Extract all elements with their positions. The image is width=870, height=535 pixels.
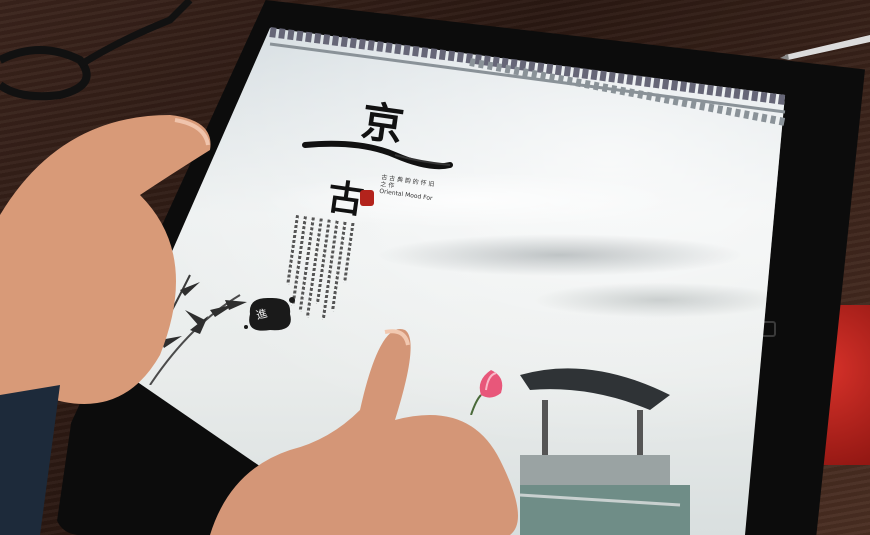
right-hand [210,329,518,535]
title-char-jing: 京 [358,96,407,151]
seal-icon [360,190,374,206]
left-hand [0,115,211,535]
